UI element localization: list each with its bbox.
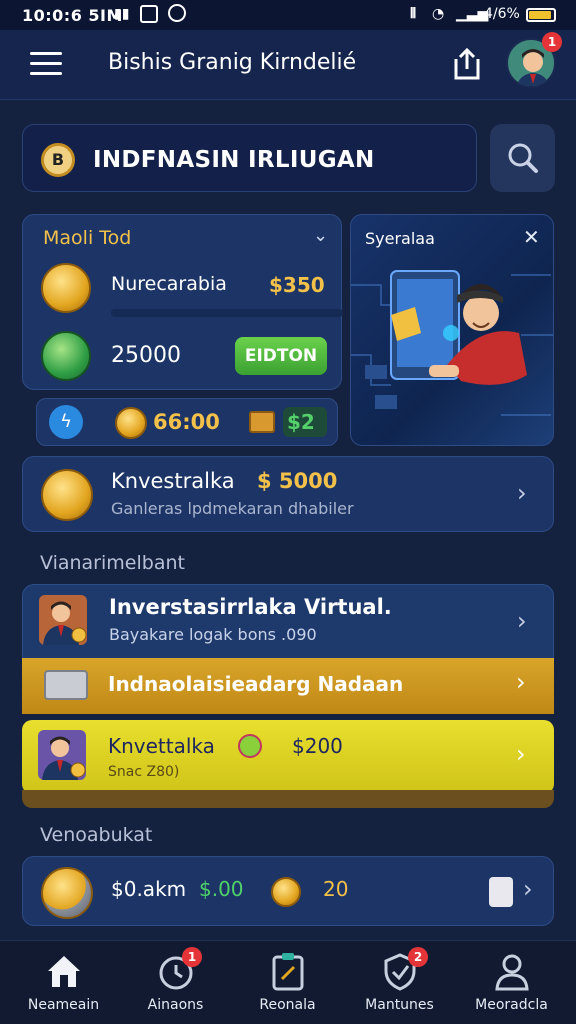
list-item[interactable]: Knvettalka $200 Snac Z80) › bbox=[22, 720, 554, 794]
share-icon[interactable] bbox=[452, 47, 482, 81]
stats-strip: ϟ 66:00 $2 bbox=[36, 398, 338, 446]
nav-item-security[interactable]: 2 Mantunes bbox=[342, 941, 457, 1024]
search-value: INDFNASIN IRLIUGAN bbox=[93, 147, 375, 173]
nav-item-reports[interactable]: Reonala bbox=[230, 941, 345, 1024]
summary-card[interactable]: $0.akm $.00 20 › bbox=[22, 856, 554, 926]
mode-row2-value: 25000 bbox=[111, 343, 181, 368]
nav-item-profile[interactable]: Meoradcla bbox=[454, 941, 569, 1024]
lightning-icon[interactable]: ϟ bbox=[49, 405, 83, 439]
nav-label: Mantunes bbox=[365, 997, 434, 1013]
search-icon bbox=[508, 143, 538, 173]
app-bar: Bishis Granig Kirndelié 1 bbox=[0, 30, 576, 100]
promo-illustration bbox=[351, 270, 553, 416]
mode-progress-track bbox=[111, 309, 343, 317]
search-input[interactable]: B INDFNASIN IRLIUGAN bbox=[22, 124, 477, 192]
person-avatar bbox=[39, 595, 87, 645]
list-item[interactable]: Indnaolaisieadarg Nadaan › bbox=[22, 658, 554, 714]
wifi-icon: ◔ bbox=[432, 6, 445, 22]
mode-action-button[interactable]: EIDTON bbox=[235, 337, 327, 375]
close-icon[interactable]: ✕ bbox=[523, 225, 540, 249]
nav-badge: 2 bbox=[408, 947, 428, 967]
cash-icon bbox=[41, 331, 91, 381]
stats-cash: $2 bbox=[283, 407, 327, 437]
list-item-title: Inverstasirrlaka Virtual. bbox=[109, 595, 392, 619]
nav-label: Reonala bbox=[259, 997, 316, 1013]
coin-icon: B bbox=[41, 143, 75, 177]
section-title: Venoabukat bbox=[40, 824, 153, 846]
promo-title: Syeralaa bbox=[365, 229, 435, 248]
coin-stack-icon bbox=[115, 407, 147, 439]
invest-title: Knvestralka bbox=[111, 469, 235, 493]
nav-label: Ainaons bbox=[147, 997, 204, 1013]
nav-label: Neameain bbox=[27, 997, 100, 1013]
box-icon bbox=[249, 411, 275, 433]
battery-icon bbox=[526, 8, 556, 22]
chevron-right-icon[interactable]: › bbox=[523, 875, 533, 903]
person-icon bbox=[495, 954, 529, 991]
list-item-subtitle: Bayakare logak bons .090 bbox=[109, 625, 317, 644]
list-item[interactable]: Inverstasirrlaka Virtual. Bayakare logak… bbox=[22, 584, 554, 662]
invest-amount: $ 5000 bbox=[257, 469, 338, 493]
summary-value-c: 20 bbox=[323, 877, 349, 901]
nav-label: Meoradcla bbox=[475, 997, 548, 1013]
signal-icon: ▮▮ bbox=[114, 6, 130, 22]
status-bar: 10:0:6 5IM ▮▮ ⦀ ◔ ▁▃▅ 4/6% bbox=[0, 0, 576, 30]
section-title: Vianarimelbant bbox=[40, 552, 185, 574]
menu-icon[interactable] bbox=[30, 52, 62, 78]
invest-card[interactable]: Knvestralka $ 5000 Ganleras lpdmekaran d… bbox=[22, 456, 554, 532]
promo-card[interactable]: Syeralaa ✕ bbox=[350, 214, 554, 446]
cash-register-icon bbox=[44, 670, 88, 700]
ticket-icon bbox=[489, 877, 513, 907]
image-icon bbox=[140, 5, 158, 23]
list-item-title: Knvettalka bbox=[108, 734, 215, 758]
mode-card[interactable]: Maoli Tod ⌄ Nurecarabia $350 25000 EIDTO… bbox=[22, 214, 343, 390]
gear-coin-icon bbox=[41, 867, 93, 919]
nav-item-activity[interactable]: 1 Ainaons bbox=[118, 941, 233, 1024]
list-item-title: Indnaolaisieadarg Nadaan bbox=[108, 672, 404, 696]
mode-row1-label: Nurecarabia bbox=[111, 273, 227, 295]
vibrate-icon: ⦀ bbox=[410, 6, 417, 22]
status-time: 10:0:6 5IM bbox=[22, 6, 123, 25]
bottom-nav: Neameain 1 Ainaons Reonala 2 Mantunes Me… bbox=[0, 940, 576, 1024]
gold-coin-icon bbox=[41, 263, 91, 313]
chevron-right-icon[interactable]: › bbox=[517, 479, 527, 507]
battery-percent: 4/6% bbox=[484, 6, 520, 22]
list-item-amount: $200 bbox=[292, 734, 343, 758]
chevron-right-icon[interactable]: › bbox=[516, 740, 526, 768]
person-avatar bbox=[38, 730, 86, 780]
money-bag-icon bbox=[41, 469, 93, 521]
mode-title: Maoli Tod bbox=[43, 227, 132, 249]
summary-value-a: $0.akm bbox=[111, 877, 187, 901]
app-title: Bishis Granig Kirndelié bbox=[108, 50, 357, 75]
nav-item-home[interactable]: Neameain bbox=[6, 941, 121, 1024]
chevron-down-icon[interactable]: ⌄ bbox=[313, 225, 328, 246]
list-item-subtitle: Snac Z80) bbox=[108, 764, 180, 780]
coin-icon bbox=[271, 877, 301, 907]
mode-row1-value: $350 bbox=[269, 273, 325, 297]
sync-icon bbox=[168, 4, 186, 22]
gift-icon bbox=[238, 734, 262, 758]
chevron-right-icon[interactable]: › bbox=[516, 668, 526, 696]
nav-badge: 1 bbox=[182, 947, 202, 967]
avatar-badge: 1 bbox=[542, 32, 562, 52]
invest-subtitle: Ganleras lpdmekaran dhabiler bbox=[111, 499, 354, 518]
clipboard-icon bbox=[272, 953, 304, 991]
home-icon bbox=[48, 956, 80, 987]
stats-coins: 66:00 bbox=[153, 410, 220, 434]
summary-value-b: $.00 bbox=[199, 877, 244, 901]
search-button[interactable] bbox=[490, 124, 555, 192]
chevron-right-icon[interactable]: › bbox=[517, 607, 527, 635]
list-item-shadow bbox=[22, 790, 554, 808]
